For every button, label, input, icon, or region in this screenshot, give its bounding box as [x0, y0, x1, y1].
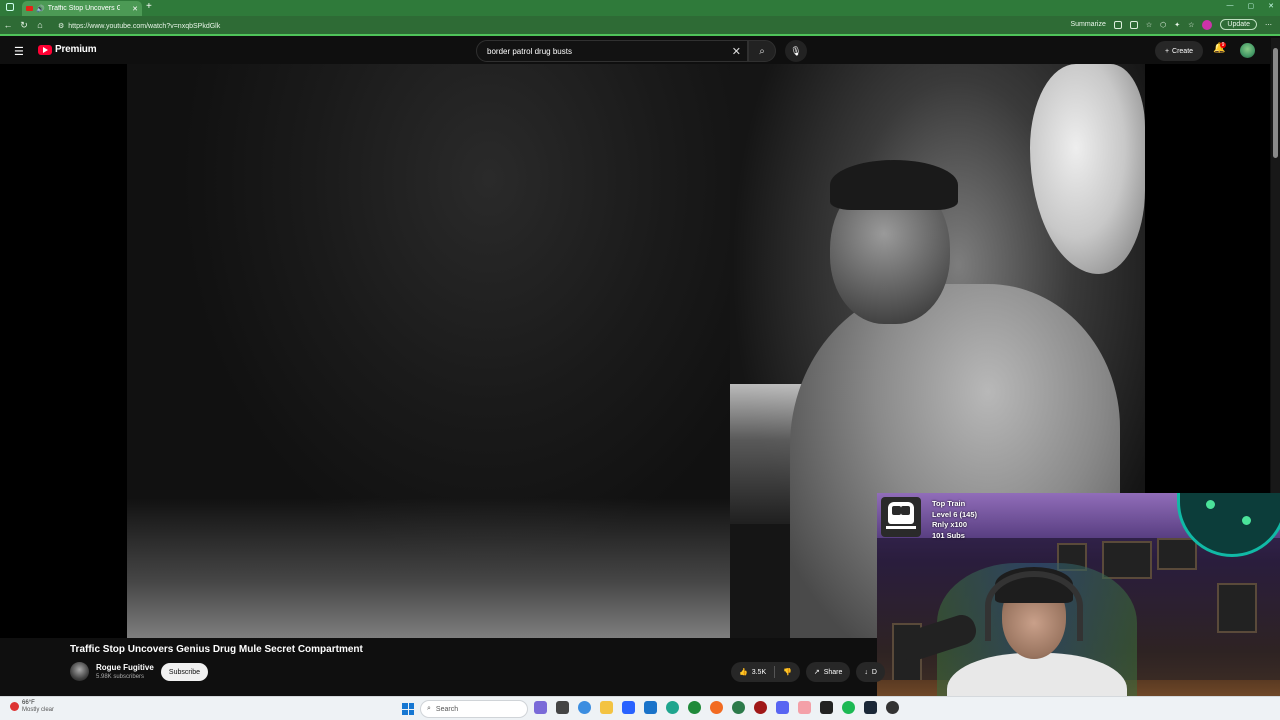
weather-condition: Mostly clear — [22, 707, 55, 713]
tab-actions-icon[interactable] — [6, 3, 14, 11]
app-red-icon[interactable] — [754, 701, 767, 714]
read-aloud-icon[interactable] — [1129, 20, 1138, 29]
extensions-icon[interactable]: ⬡ — [1160, 21, 1166, 29]
voice-search-button[interactable]: 🎙 — [785, 40, 807, 62]
taskbar-search[interactable]: ⌕ Search — [420, 700, 528, 718]
chrome-icon[interactable] — [578, 701, 591, 714]
share-icon: ↗ — [813, 669, 820, 676]
train-badge — [881, 497, 921, 537]
url-text: https://www.youtube.com/watch?v=nxqbSPkd… — [68, 22, 221, 30]
thumbs-up-icon[interactable]: 👍 — [739, 668, 748, 676]
store-icon[interactable] — [622, 701, 635, 714]
spotify-icon[interactable] — [842, 701, 855, 714]
maximize-icon[interactable]: ▢ — [1248, 2, 1255, 10]
hamburger-menu-icon[interactable]: ☰ — [14, 45, 26, 58]
search-icon: ⌕ — [759, 45, 765, 57]
file-manager-icon[interactable] — [556, 701, 569, 714]
address-bar: ← ↻ ⌂ ⚙ https://www.youtube.com/watch?v=… — [0, 16, 1280, 36]
plus-icon: + — [1164, 47, 1170, 55]
like-count[interactable]: 3.5K — [752, 669, 766, 676]
share-button[interactable]: ↗ Share — [805, 662, 851, 682]
youtube-header: ☰ Premium border patrol drug busts ✕ ⌕ 🎙… — [0, 38, 1280, 64]
pinned-app-icon[interactable] — [798, 701, 811, 714]
youtube-favicon-icon — [26, 6, 33, 11]
site-info-icon[interactable]: ⚙ — [58, 22, 64, 30]
download-label: D — [871, 668, 877, 676]
copilot-icon[interactable] — [534, 701, 547, 714]
refresh-icon[interactable]: ↻ — [16, 20, 32, 31]
logo-text: Premium — [55, 44, 97, 55]
terminal-icon[interactable] — [820, 701, 833, 714]
taskbar-search-label: Search — [435, 705, 459, 713]
clear-search-icon[interactable]: ✕ — [732, 45, 741, 58]
new-tab-icon[interactable]: + — [146, 1, 152, 12]
window-controls: — ▢ ✕ — [1227, 2, 1275, 10]
user-avatar[interactable] — [1240, 43, 1255, 58]
train-line-1: Top Train — [932, 499, 966, 508]
reader-icon[interactable] — [1113, 20, 1122, 29]
video-title: Traffic Stop Uncovers Genius Drug Mule S… — [70, 644, 363, 655]
scrollbar-thumb[interactable] — [1273, 48, 1278, 158]
train-line-3: Rnly x100 — [932, 520, 968, 529]
channel-avatar[interactable] — [70, 662, 89, 681]
back-icon[interactable]: ← — [0, 20, 16, 30]
weather-icon — [10, 702, 19, 711]
close-tab-icon[interactable]: ✕ — [132, 5, 138, 13]
train-line-2: Level 6 (145) — [932, 509, 978, 519]
favorite-star-icon[interactable]: ☆ — [1146, 21, 1152, 29]
windows-start-icon[interactable] — [402, 703, 414, 715]
browser-icon[interactable] — [688, 701, 701, 714]
tab-title: Traffic Stop Uncovers Genius — [47, 5, 120, 12]
search-button[interactable]: ⌕ — [748, 40, 776, 62]
train-line-4: 101 Subs — [932, 530, 965, 540]
download-button[interactable]: ↓ D — [856, 662, 885, 682]
extension-puzzle-icon[interactable]: ✦ — [1174, 21, 1180, 29]
favorites-icon[interactable]: ☆ — [1188, 21, 1194, 29]
obs-icon[interactable] — [886, 701, 899, 714]
edge-icon[interactable] — [666, 701, 679, 714]
like-dislike-group: 👍 3.5K 👎 — [731, 662, 800, 682]
steam-icon[interactable] — [864, 701, 877, 714]
subscriber-count: 5.98K subscribers — [96, 674, 145, 680]
download-icon: ↓ — [864, 668, 868, 676]
close-window-icon[interactable]: ✕ — [1268, 2, 1274, 10]
folder-icon[interactable] — [600, 701, 613, 714]
discord-icon[interactable] — [776, 701, 789, 714]
microphone-icon: 🎙 — [790, 45, 802, 56]
url-field[interactable]: ⚙ https://www.youtube.com/watch?v=nxqbSP… — [58, 19, 1048, 33]
create-label: Create — [1172, 47, 1194, 55]
taskbar-apps — [534, 701, 899, 714]
channel-name[interactable]: Rogue Fugitive — [96, 663, 154, 672]
address-bar-actions: Summarize ☆ ⬡ ✦ ☆ Update ⋯ — [1070, 19, 1272, 30]
taskbar-search-icon: ⌕ — [427, 705, 431, 712]
speaker-icon[interactable]: 🔊 — [36, 5, 45, 13]
subscribe-button[interactable]: Subscribe — [161, 663, 208, 681]
update-button[interactable]: Update — [1220, 19, 1257, 30]
youtube-play-icon — [38, 44, 52, 55]
video-actions: 👍 3.5K 👎 ↗ Share ↓ D — [731, 662, 885, 682]
firefox-icon[interactable] — [710, 701, 723, 714]
search-input[interactable]: border patrol drug busts ✕ — [476, 40, 748, 62]
weather-widget[interactable]: 66°F Mostly clear — [10, 700, 54, 714]
search-query: border patrol drug busts — [487, 46, 572, 56]
create-button[interactable]: + Create — [1155, 41, 1203, 61]
home-icon[interactable]: ⌂ — [32, 20, 48, 30]
video-frame-left — [127, 64, 730, 638]
more-icon[interactable]: ⋯ — [1265, 21, 1272, 29]
notification-count-badge: 9 — [1220, 42, 1226, 48]
train-stats: Top Train Level 6 (145) Rnly x100 101 Su… — [932, 499, 977, 541]
browser-tab-bar: 🔊 Traffic Stop Uncovers Genius ✕ + — ▢ ✕ — [0, 0, 1280, 16]
windows-taskbar: 66°F Mostly clear ⌕ Search — [0, 696, 1280, 720]
profile-icon[interactable] — [1202, 19, 1213, 30]
train-icon — [886, 502, 916, 532]
browser-tab-active[interactable]: 🔊 Traffic Stop Uncovers Genius ✕ — [22, 1, 142, 16]
youtube-logo[interactable]: Premium — [38, 44, 97, 55]
temperature: 66°F — [22, 700, 35, 706]
summarize-button[interactable]: Summarize — [1070, 21, 1105, 28]
outlook-icon[interactable] — [644, 701, 657, 714]
share-label: Share — [823, 668, 843, 676]
app-green-icon[interactable] — [732, 701, 745, 714]
minimize-icon[interactable]: — — [1227, 2, 1234, 10]
thumbs-down-icon[interactable]: 👎 — [783, 668, 792, 676]
